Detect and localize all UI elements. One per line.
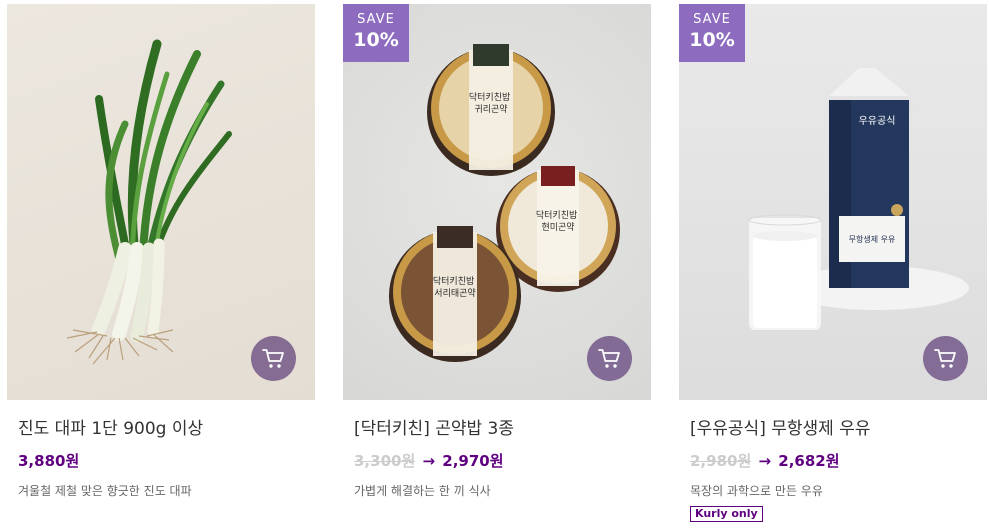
product-price: 3,300원 → 2,970원 <box>354 450 651 472</box>
badge-label: SAVE <box>357 12 395 27</box>
package-label-line: 귀리곤약 <box>474 103 507 115</box>
price-arrow: → <box>758 452 772 470</box>
original-price: 2,980원 <box>690 452 752 470</box>
add-to-cart-button[interactable] <box>251 336 296 381</box>
product-description: 가볍게 해결하는 한 끼 식사 <box>354 484 491 498</box>
product-price: 2,980원 → 2,682원 <box>690 450 987 472</box>
cart-icon <box>598 349 620 368</box>
add-to-cart-button[interactable] <box>587 336 632 381</box>
product-card[interactable]: SAVE 10% 닥터키친밥 귀리곤약 닥터키친밥 현미곤약 닥터키친밥 서리태… <box>343 4 651 531</box>
product-description: 목장의 과학으로 만든 우유 <box>690 484 823 498</box>
package-label-line: 현미곤약 <box>541 221 574 233</box>
price-arrow: → <box>422 452 436 470</box>
sale-price: 2,682원 <box>778 452 840 470</box>
badge-percent: 10% <box>353 29 399 51</box>
carton-brand-text: 우유공식 <box>859 115 896 127</box>
kurly-only-tag: Kurly only <box>690 506 763 522</box>
package-label-line: 닥터키친밥 <box>469 92 510 103</box>
add-to-cart-button[interactable] <box>923 336 968 381</box>
product-name[interactable]: 진도 대파 1단 900g 이상 <box>18 417 315 441</box>
package-label-line: 닥터키친밥 <box>433 276 474 287</box>
product-image[interactable]: SAVE 10% 닥터키친밥 귀리곤약 닥터키친밥 현미곤약 닥터키친밥 서리태… <box>343 4 651 400</box>
badge-label: SAVE <box>693 12 731 27</box>
carton-product-text: 무항생제 우유 <box>849 234 896 244</box>
cart-icon <box>934 349 956 368</box>
sale-price: 2,970원 <box>442 452 504 470</box>
badge-percent: 10% <box>689 29 735 51</box>
product-grid: 진도 대파 1단 900g 이상 3,880원 겨울철 제철 맞은 향긋한 진도… <box>0 0 989 531</box>
package-label-line: 서리태곤약 <box>434 287 475 299</box>
product-image[interactable]: SAVE 10% 우유공식 무항생제 우유 <box>679 4 987 400</box>
product-card[interactable]: SAVE 10% 우유공식 무항생제 우유 [우유공식] 무항생제 우유 2,9… <box>679 4 987 531</box>
product-name[interactable]: [닥터키친] 곤약밥 3종 <box>354 417 651 441</box>
cart-icon <box>262 349 284 368</box>
product-name[interactable]: [우유공식] 무항생제 우유 <box>690 417 987 441</box>
original-price: 3,300원 <box>354 452 416 470</box>
package-label-line: 닥터키친밥 <box>536 210 577 221</box>
save-badge: SAVE 10% <box>343 4 409 62</box>
price-value: 3,880원 <box>18 452 80 470</box>
product-description: 겨울철 제철 맞은 향긋한 진도 대파 <box>18 484 192 498</box>
product-price: 3,880원 <box>18 450 315 472</box>
save-badge: SAVE 10% <box>679 4 745 62</box>
product-image[interactable] <box>7 4 315 400</box>
product-card[interactable]: 진도 대파 1단 900g 이상 3,880원 겨울철 제철 맞은 향긋한 진도… <box>7 4 315 531</box>
